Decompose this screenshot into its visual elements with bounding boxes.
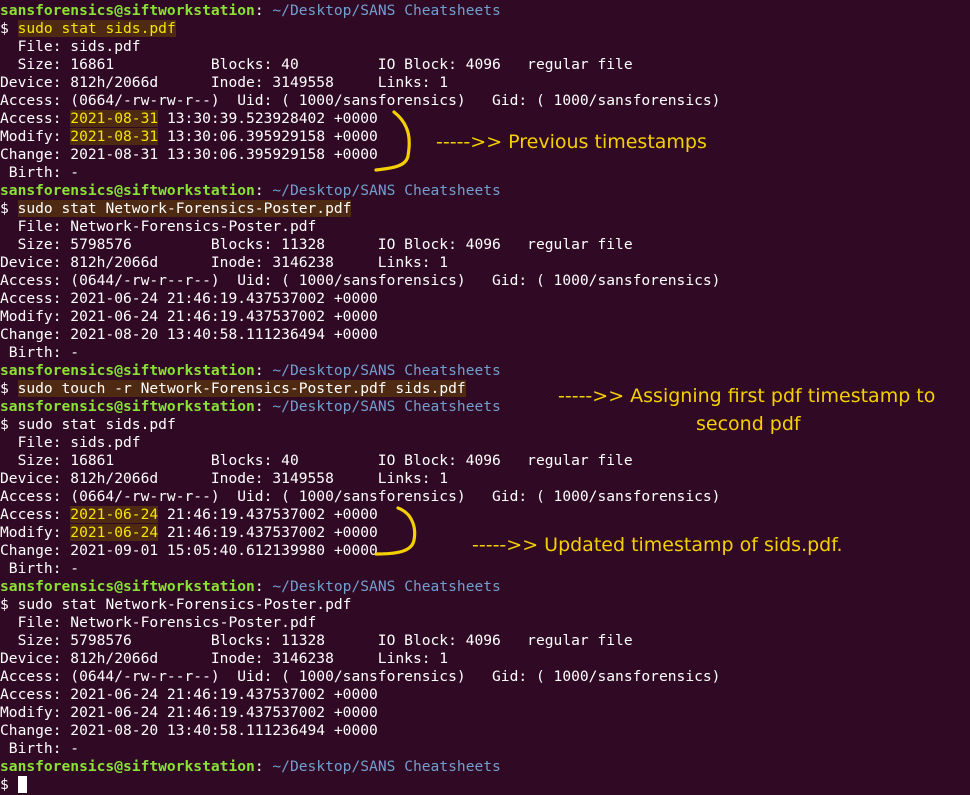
prompt-user: sansforensics@siftworkstation xyxy=(0,2,255,19)
stat-device: Device: 812h/2066d Inode: 3149558 Links:… xyxy=(0,470,449,487)
command-text: sudo stat Network-Forensics-Poster.pdf xyxy=(17,200,352,217)
stat-file: File: Network-Forensics-Poster.pdf xyxy=(0,218,317,235)
stat-permissions: Access: (0664/-rw-rw-r--) Uid: ( 1000/sa… xyxy=(0,92,721,109)
stat-change: Change: 2021-09-01 15:05:40.612139980 +0… xyxy=(0,542,378,559)
bracket-annotation-2 xyxy=(374,506,417,556)
stat-access: Access: 2021-08-31 13:30:39.523928402 +0… xyxy=(0,110,378,127)
prompt-line: sansforensics@siftworkstation: ~/Desktop… xyxy=(0,398,501,415)
stat-modify: Modify: 2021-06-24 21:46:19.437537002 +0… xyxy=(0,308,378,325)
text-cursor xyxy=(17,776,27,793)
highlighted-date: 2021-06-24 xyxy=(70,524,159,541)
prompt-path: ~/Desktop/SANS Cheatsheets xyxy=(263,2,501,19)
stat-birth: Birth: - xyxy=(0,560,80,577)
command-line: $ sudo touch -r Network-Forensics-Poster… xyxy=(0,380,466,397)
prompt-line: sansforensics@siftworkstation: ~/Desktop… xyxy=(0,182,501,199)
terminal-window[interactable]: sansforensics@siftworkstation: ~/Desktop… xyxy=(0,0,970,795)
highlighted-date: 2021-08-31 xyxy=(70,128,159,145)
stat-access: Access: 2021-06-24 21:46:19.437537002 +0… xyxy=(0,686,378,703)
stat-access: Access: 2021-06-24 21:46:19.437537002 +0… xyxy=(0,506,378,523)
stat-size: Size: 16861 Blocks: 40 IO Block: 4096 re… xyxy=(0,56,633,73)
stat-change: Change: 2021-08-20 13:40:58.111236494 +0… xyxy=(0,722,378,739)
stat-change: Change: 2021-08-31 13:30:06.395929158 +0… xyxy=(0,146,378,163)
prompt-line: sansforensics@siftworkstation: ~/Desktop… xyxy=(0,2,501,19)
annotation-previous-timestamps: ----->> Previous timestamps xyxy=(436,131,707,153)
prompt-line: sansforensics@siftworkstation: ~/Desktop… xyxy=(0,758,501,775)
stat-device: Device: 812h/2066d Inode: 3146238 Links:… xyxy=(0,650,449,667)
annotation-updated-timestamp: ----->> Updated timestamp of sids.pdf. xyxy=(472,534,843,556)
command-text: sudo touch -r Network-Forensics-Poster.p… xyxy=(17,380,466,397)
stat-access: Access: 2021-06-24 21:46:19.437537002 +0… xyxy=(0,290,378,307)
stat-permissions: Access: (0644/-rw-r--r--) Uid: ( 1000/sa… xyxy=(0,272,721,289)
command-text: sudo stat Network-Forensics-Poster.pdf xyxy=(17,596,352,613)
stat-permissions: Access: (0664/-rw-rw-r--) Uid: ( 1000/sa… xyxy=(0,488,721,505)
stat-size: Size: 16861 Blocks: 40 IO Block: 4096 re… xyxy=(0,452,633,469)
stat-birth: Birth: - xyxy=(0,344,80,361)
stat-modify: Modify: 2021-06-24 21:46:19.437537002 +0… xyxy=(0,704,378,721)
stat-modify: Modify: 2021-06-24 21:46:19.437537002 +0… xyxy=(0,524,378,541)
annotation-assigning-line2: second pdf xyxy=(696,413,801,435)
command-line: $ sudo stat sids.pdf xyxy=(0,416,176,433)
annotation-assigning-line1: ----->> Assigning first pdf timestamp to xyxy=(558,385,936,407)
stat-modify: Modify: 2021-08-31 13:30:06.395929158 +0… xyxy=(0,128,378,145)
prompt-line: sansforensics@siftworkstation: ~/Desktop… xyxy=(0,362,501,379)
stat-birth: Birth: - xyxy=(0,740,80,757)
input-line[interactable]: $ xyxy=(0,776,27,794)
stat-change: Change: 2021-08-20 13:40:58.111236494 +0… xyxy=(0,326,378,343)
stat-size: Size: 5798576 Blocks: 11328 IO Block: 40… xyxy=(0,632,633,649)
stat-file: File: Network-Forensics-Poster.pdf xyxy=(0,614,317,631)
highlighted-date: 2021-08-31 xyxy=(70,110,159,127)
stat-file: File: sids.pdf xyxy=(0,38,141,55)
command-text: sudo stat sids.pdf xyxy=(17,20,176,37)
stat-device: Device: 812h/2066d Inode: 3149558 Links:… xyxy=(0,74,449,91)
stat-birth: Birth: - xyxy=(0,164,80,181)
command-text: sudo stat sids.pdf xyxy=(17,416,176,433)
stat-size: Size: 5798576 Blocks: 11328 IO Block: 40… xyxy=(0,236,633,253)
command-line: $ sudo stat sids.pdf xyxy=(0,20,176,37)
command-line: $ sudo stat Network-Forensics-Poster.pdf xyxy=(0,200,352,217)
prompt-line: sansforensics@siftworkstation: ~/Desktop… xyxy=(0,578,501,595)
command-line: $ sudo stat Network-Forensics-Poster.pdf xyxy=(0,596,352,613)
stat-device: Device: 812h/2066d Inode: 3146238 Links:… xyxy=(0,254,449,271)
stat-permissions: Access: (0644/-rw-r--r--) Uid: ( 1000/sa… xyxy=(0,668,721,685)
highlighted-date: 2021-06-24 xyxy=(70,506,159,523)
bracket-annotation-1 xyxy=(374,110,411,172)
stat-file: File: sids.pdf xyxy=(0,434,141,451)
